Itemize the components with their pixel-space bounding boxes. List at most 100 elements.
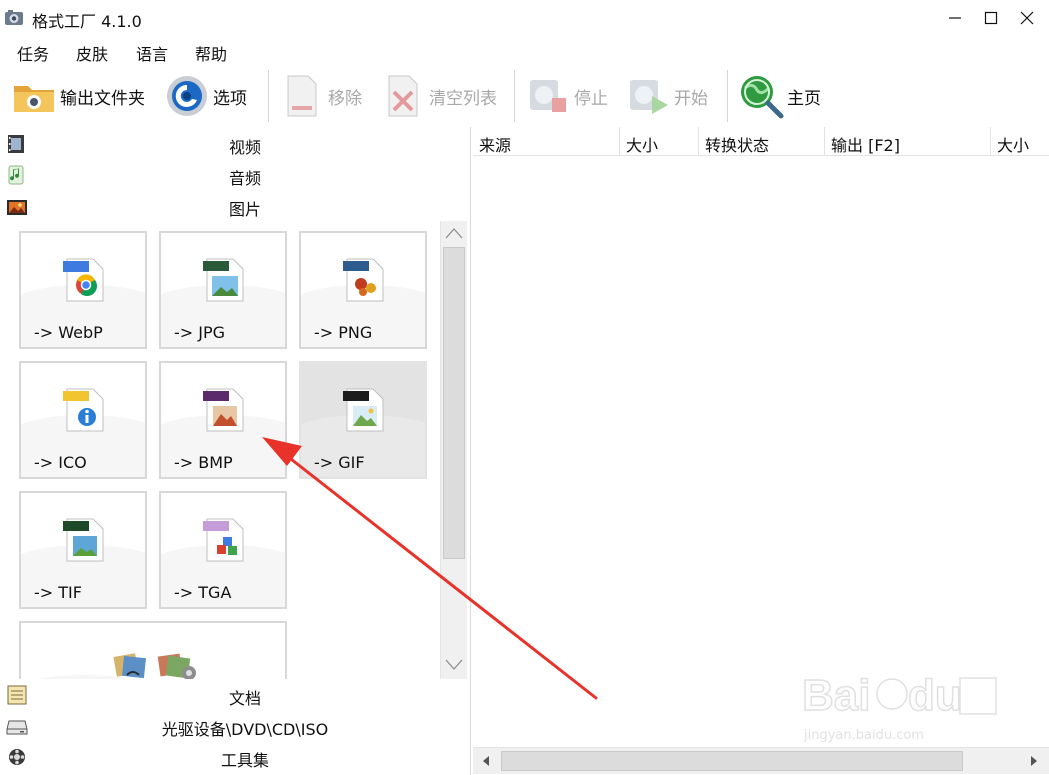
minimize-button[interactable] [938, 4, 972, 32]
stop-icon [530, 80, 566, 112]
maximize-icon [984, 11, 998, 25]
jpg-file-icon [203, 258, 244, 302]
category-picture[interactable]: 图片 [0, 191, 471, 221]
window-title: 格式工厂 4.1.0 [32, 12, 142, 31]
column-header-status[interactable]: 转换状态 [699, 127, 825, 156]
tiff-file-icon [63, 518, 104, 562]
column-header-label: 转换状态 [705, 136, 770, 155]
column-header-size[interactable]: 大小 [620, 127, 699, 156]
home-button[interactable]: 主页 [737, 70, 821, 122]
remove-label: 移除 [328, 88, 362, 109]
clear-list-icon [388, 75, 418, 117]
scroll-thumb[interactable] [501, 751, 963, 771]
toolbar-separator [514, 70, 515, 122]
gif-file-icon [343, 388, 384, 432]
category-audio-label: 音频 [228, 169, 261, 188]
png-file-icon [343, 258, 384, 302]
column-header-output[interactable]: 输出 [F2] [825, 127, 991, 156]
options-button[interactable]: 选项 [163, 70, 247, 122]
menu-skin[interactable]: 皮肤 [76, 41, 108, 65]
stop-label: 停止 [574, 88, 608, 109]
photo-stack-icon [113, 653, 196, 679]
clear-list-label: 清空列表 [429, 88, 497, 109]
maximize-button[interactable] [974, 4, 1008, 32]
toolbar: 输出文件夹 选项 移除 清空列表 停止 开始 主页 [0, 66, 1049, 126]
column-header-label: 大小 [997, 136, 1030, 155]
column-header-label: 输出 [F2] [831, 136, 900, 155]
list-horizontal-scrollbar[interactable] [473, 747, 1049, 774]
remove-button[interactable]: 移除 [278, 70, 362, 122]
menu-task[interactable]: 任务 [17, 41, 49, 65]
remove-document-icon [287, 75, 317, 117]
category-optical-drive[interactable]: 光驱设备\DVD\CD\ISO [0, 711, 471, 741]
baidu-jingyan-watermark: Bai du jingyan.baidu.com [800, 660, 1000, 750]
format-tile-image-tools[interactable] [19, 621, 287, 679]
column-header-label: 来源 [479, 136, 512, 155]
format-factory-app-icon [5, 10, 23, 25]
format-tile-jpg[interactable]: -> JPG [159, 231, 287, 349]
svg-text:du: du [908, 671, 962, 720]
baidu-jingyan-logo: Bai du [801, 670, 997, 721]
format-tile-gif[interactable]: -> GIF [299, 361, 427, 479]
svg-text:Bai: Bai [802, 671, 870, 720]
scroll-right-icon[interactable] [1025, 752, 1043, 770]
category-document-label: 文档 [228, 689, 261, 708]
category-toolbox-label: 工具集 [220, 751, 269, 770]
format-tile-label: -> JPG [174, 323, 226, 342]
category-video-label: 视频 [228, 138, 261, 157]
options-label: 选项 [213, 88, 247, 109]
watermark-url: jingyan.baidu.com [804, 728, 924, 743]
tiles-vertical-scrollbar[interactable] [440, 221, 467, 679]
start-button[interactable]: 开始 [624, 70, 708, 122]
close-button[interactable] [1010, 4, 1044, 32]
home-label: 主页 [787, 88, 821, 109]
format-tile-webp[interactable]: -> WebP [19, 231, 147, 349]
start-label: 开始 [674, 88, 708, 109]
stop-button[interactable]: 停止 [524, 70, 608, 122]
toolbar-separator [727, 70, 728, 122]
menu-language[interactable]: 语言 [136, 41, 168, 65]
format-tile-label: -> GIF [314, 453, 365, 472]
folder-icon [14, 86, 54, 112]
menu-help[interactable]: 帮助 [195, 41, 227, 65]
column-header-label: 大小 [626, 136, 659, 155]
webp-file-icon [63, 258, 104, 302]
scroll-down-icon[interactable] [443, 653, 465, 675]
category-optical-drive-label: 光驱设备\DVD\CD\ISO [161, 720, 329, 739]
minimize-icon [949, 17, 961, 19]
gear-icon [167, 76, 207, 116]
format-tile-ico[interactable]: -> ICO [19, 361, 147, 479]
category-picture-label: 图片 [228, 200, 261, 219]
column-header-source[interactable]: 来源 [473, 127, 620, 156]
category-document[interactable]: 文档 [0, 680, 471, 710]
tga-file-icon [203, 518, 244, 562]
format-tile-label: -> PNG [314, 323, 373, 342]
toolbar-separator [268, 70, 269, 122]
format-tile-tif[interactable]: -> TIF [19, 491, 147, 609]
format-tile-bmp[interactable]: -> BMP [159, 361, 287, 479]
scroll-up-icon[interactable] [443, 223, 465, 245]
format-tiles-area: -> WebP -> JPG -> PNG -> ICO -> BMP -> G… [0, 221, 471, 679]
ico-file-icon [63, 388, 104, 432]
bmp-file-icon [203, 388, 244, 432]
format-tile-label: -> ICO [34, 453, 87, 472]
close-icon [1020, 11, 1034, 25]
category-video[interactable]: 视频 [0, 129, 471, 159]
format-tile-label: -> BMP [174, 453, 233, 472]
start-icon [630, 80, 668, 114]
output-folder-label: 输出文件夹 [60, 88, 145, 109]
category-toolbox[interactable]: 工具集 [0, 742, 471, 772]
column-header-output-size[interactable]: 大小 [991, 127, 1049, 156]
scroll-thumb[interactable] [443, 247, 465, 559]
format-tile-tga[interactable]: -> TGA [159, 491, 287, 609]
output-folder-button[interactable]: 输出文件夹 [10, 70, 145, 122]
category-audio[interactable]: 音频 [0, 160, 471, 190]
clear-list-button[interactable]: 清空列表 [379, 70, 497, 122]
title-bar: 格式工厂 4.1.0 [0, 0, 1049, 36]
format-factory-window: 格式工厂 4.1.0 任务 皮肤 语言 帮助 输出文件夹 选项 移除 清空列表 … [0, 0, 1049, 775]
format-tile-label: -> WebP [34, 323, 103, 342]
home-globe-icon [741, 76, 784, 119]
scroll-left-icon[interactable] [477, 752, 495, 770]
category-panel: 视频 音频 图片 -> WebP -> JPG -> PNG -> ICO ->… [0, 127, 471, 775]
format-tile-png[interactable]: -> PNG [299, 231, 427, 349]
